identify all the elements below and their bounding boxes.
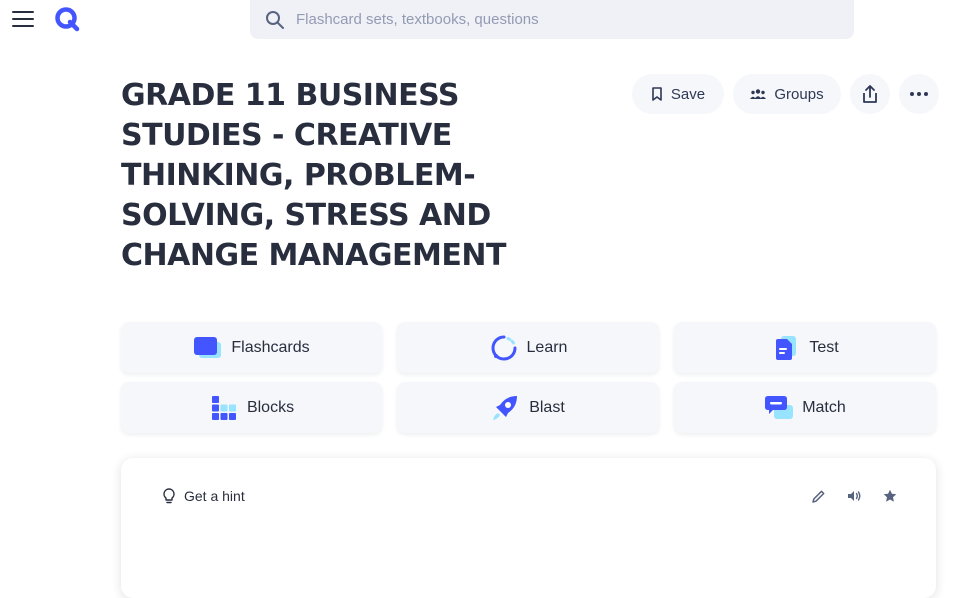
audio-icon[interactable] (846, 488, 862, 504)
bookmark-icon (652, 87, 662, 101)
top-navigation-bar: Flashcard sets, textbooks, questions (0, 0, 965, 40)
mode-label: Blocks (246, 398, 295, 416)
edit-icon[interactable] (810, 488, 826, 504)
flashcard[interactable]: Get a hint (121, 458, 936, 598)
mode-blocks[interactable]: Blocks (121, 382, 382, 433)
set-actions: Save Groups (632, 74, 939, 114)
mode-label: Learn (526, 338, 568, 356)
more-options-button[interactable] (899, 74, 939, 114)
mode-learn[interactable]: Learn (397, 322, 659, 373)
groups-label: Groups (774, 85, 824, 103)
mode-label: Match (802, 398, 846, 416)
card-toolbar (810, 488, 898, 504)
blocks-icon (209, 395, 239, 421)
set-title: GRADE 11 BUSINESS STUDIES - CREATIVE THI… (121, 78, 506, 273)
save-button[interactable]: Save (632, 74, 724, 114)
learn-icon (489, 335, 519, 361)
mode-blast[interactable]: Blast (397, 382, 659, 433)
match-icon (764, 395, 794, 421)
mode-label: Test (809, 338, 839, 356)
hint-label: Get a hint (184, 488, 245, 504)
mode-label: Blast (529, 398, 565, 416)
search-input[interactable]: Flashcard sets, textbooks, questions (296, 11, 539, 28)
test-icon (771, 335, 801, 361)
groups-button[interactable]: Groups (733, 74, 841, 114)
star-icon[interactable] (882, 488, 898, 504)
search-bar[interactable]: Flashcard sets, textbooks, questions (250, 0, 854, 39)
more-horizontal-icon (910, 92, 928, 96)
mode-label: Flashcards (231, 338, 310, 356)
quizlet-logo[interactable] (54, 6, 80, 32)
menu-icon[interactable] (12, 11, 34, 28)
mode-flashcards[interactable]: Flashcards (121, 322, 382, 373)
get-a-hint-button[interactable]: Get a hint (163, 488, 245, 504)
lightbulb-icon (163, 488, 175, 504)
search-icon (266, 10, 284, 29)
share-button[interactable] (850, 74, 890, 114)
share-icon (863, 85, 877, 103)
people-icon (750, 89, 767, 99)
mode-match[interactable]: Match (674, 382, 936, 433)
study-modes-grid: Flashcards Learn Test Blocks Blast Match (121, 322, 936, 433)
flashcards-icon (193, 335, 223, 361)
blast-icon (491, 395, 521, 421)
mode-test[interactable]: Test (674, 322, 936, 373)
save-label: Save (670, 85, 706, 103)
